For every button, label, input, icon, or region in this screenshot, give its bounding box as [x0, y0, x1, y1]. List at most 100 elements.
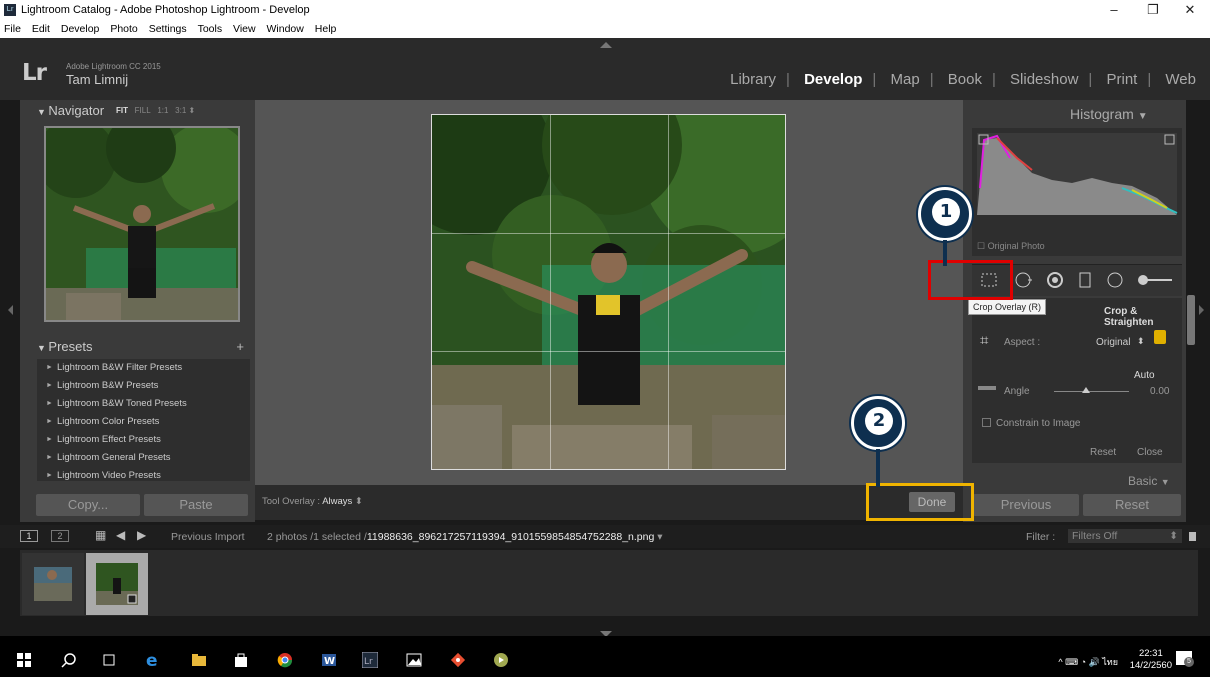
grid-view-icon[interactable]: ▦ [95, 528, 106, 542]
lock-icon[interactable] [1154, 330, 1166, 344]
file-explorer-icon[interactable] [191, 652, 207, 668]
right-panel-scrollbar[interactable] [1187, 295, 1195, 345]
photos-icon[interactable] [406, 652, 422, 668]
presets-header[interactable]: ▼ Presets + [37, 339, 247, 354]
minimize-button[interactable]: – [1099, 2, 1129, 17]
filter-select[interactable]: Filters Off ⬍ [1068, 529, 1182, 543]
collapse-right-panel-icon[interactable] [1199, 305, 1204, 315]
aspect-select[interactable]: Original [1096, 337, 1130, 348]
forward-arrow-icon[interactable]: ▶ [137, 528, 146, 542]
module-book[interactable]: Book [948, 71, 982, 88]
menu-settings[interactable]: Settings [149, 23, 187, 35]
module-web[interactable]: Web [1165, 71, 1196, 88]
histogram-header[interactable]: Histogram ▼ [1070, 106, 1148, 122]
clock-date: 14/2/2560 [1129, 660, 1172, 671]
previous-button[interactable]: Previous [973, 494, 1079, 516]
edge-icon[interactable]: e [145, 652, 161, 668]
add-preset-icon[interactable]: + [236, 339, 244, 354]
chrome-icon[interactable] [277, 652, 293, 668]
preset-folder[interactable]: Lightroom B&W Filter Presets [37, 359, 250, 377]
module-map[interactable]: Map [891, 71, 920, 88]
histogram-graph [977, 133, 1178, 215]
adjustment-brush-icon[interactable] [1134, 271, 1174, 289]
module-library[interactable]: Library [730, 71, 776, 88]
reset-button[interactable]: Reset [1083, 494, 1181, 516]
preset-folder[interactable]: Lightroom General Presets [37, 449, 250, 467]
tool-overlay-label: Tool Overlay : [262, 496, 321, 507]
back-arrow-icon[interactable]: ◀ [116, 528, 125, 542]
filter-value: Filters Off [1072, 530, 1118, 542]
source-label[interactable]: Previous Import [171, 531, 245, 543]
constrain-checkbox[interactable] [982, 418, 991, 427]
module-develop[interactable]: Develop [804, 71, 862, 88]
filename[interactable]: 11988636_896217257119394_910155985485475… [367, 531, 655, 543]
angle-value[interactable]: 0.00 [1150, 386, 1169, 397]
zoom-fill[interactable]: FILL [135, 106, 151, 115]
zoom-1-1[interactable]: 1:1 [157, 106, 168, 115]
tool-overlay-select[interactable]: Tool Overlay : Always ⬍ [262, 496, 363, 507]
menu-develop[interactable]: Develop [61, 23, 100, 35]
collapse-left-panel-icon[interactable] [8, 305, 13, 315]
menu-edit[interactable]: Edit [32, 23, 50, 35]
media-player-icon[interactable] [493, 652, 509, 668]
task-view-icon[interactable] [101, 652, 117, 668]
menu-view[interactable]: View [233, 23, 256, 35]
triangle-down-icon: ▼ [1137, 111, 1148, 122]
windows-start-icon[interactable] [16, 652, 32, 668]
close-button[interactable]: ✕ [1175, 2, 1205, 18]
page-2-button[interactable]: 2 [51, 530, 69, 542]
histogram[interactable] [972, 128, 1182, 256]
menu-help[interactable]: Help [315, 23, 337, 35]
angle-slider[interactable] [1054, 391, 1129, 392]
filmstrip-thumbnail-selected[interactable] [86, 553, 148, 615]
step-number: 2 [865, 407, 893, 435]
aspect-select-chevron-icon[interactable]: ⬍ [1137, 336, 1145, 347]
search-icon[interactable] [61, 652, 77, 668]
store-icon[interactable] [233, 652, 249, 668]
tool-overlay-value[interactable]: Always [322, 496, 352, 507]
copy-button[interactable]: Copy... [36, 494, 140, 516]
angle-slider-thumb[interactable] [1082, 387, 1090, 393]
module-slideshow[interactable]: Slideshow [1010, 71, 1078, 88]
red-eye-icon[interactable] [1046, 271, 1064, 289]
menu-photo[interactable]: Photo [110, 23, 137, 35]
navigator-preview[interactable] [36, 113, 251, 322]
paste-button[interactable]: Paste [144, 494, 248, 516]
crop-frame-icon[interactable]: ⌗ [980, 332, 988, 349]
preset-folder[interactable]: Lightroom B&W Toned Presets [37, 395, 250, 413]
preset-folder[interactable]: Lightroom B&W Presets [37, 377, 250, 395]
git-icon[interactable] [450, 652, 466, 668]
triangle-down-icon: ▼ [37, 107, 49, 117]
reset-crop-button[interactable]: Reset [1090, 447, 1116, 458]
straighten-tool-icon[interactable] [978, 386, 996, 390]
filmstrip-thumbnail[interactable] [22, 553, 84, 615]
main-photo[interactable] [431, 114, 786, 470]
collapse-top-panel-icon[interactable] [600, 42, 612, 48]
module-print[interactable]: Print [1107, 71, 1138, 88]
system-tray[interactable]: ^ ⌨ ◔ 🔊 ไทย [1058, 655, 1118, 669]
clock[interactable]: 22:31 14/2/2560 [1130, 648, 1172, 672]
graduated-filter-icon[interactable] [1076, 271, 1094, 289]
auto-button[interactable]: Auto [1134, 370, 1155, 381]
zoom-fit[interactable]: FIT [116, 106, 128, 115]
page-1-button[interactable]: 1 [20, 530, 38, 542]
close-crop-button[interactable]: Close [1137, 447, 1163, 458]
maximize-button[interactable]: ❐ [1138, 2, 1168, 18]
preset-folder[interactable]: Lightroom Effect Presets [37, 431, 250, 449]
word-icon[interactable]: W [321, 652, 337, 668]
lightroom-taskbar-icon[interactable]: Lr [362, 652, 378, 668]
basic-panel-header[interactable]: Basic ▼ [1128, 474, 1170, 488]
menu-tools[interactable]: Tools [198, 23, 223, 35]
original-photo-toggle[interactable]: ☐ Original Photo [977, 241, 1045, 252]
preset-folder[interactable]: Lightroom Color Presets [37, 413, 250, 431]
notification-icon[interactable]: 5 [1176, 651, 1194, 667]
radial-filter-icon[interactable] [1106, 271, 1124, 289]
preset-folder[interactable]: Lightroom Video Presets [37, 467, 250, 485]
zoom-3-1[interactable]: 3:1 [175, 106, 186, 115]
chevron-down-icon: ⬍ [1169, 530, 1178, 542]
filmstrip-toggle-icon[interactable] [1189, 532, 1196, 541]
navigator-header[interactable]: ▼ Navigator FIT FILL 1:1 3:1 ⬍ [37, 103, 247, 118]
menu-file[interactable]: File [4, 23, 21, 35]
spot-removal-icon[interactable] [1014, 271, 1032, 289]
menu-window[interactable]: Window [267, 23, 304, 35]
